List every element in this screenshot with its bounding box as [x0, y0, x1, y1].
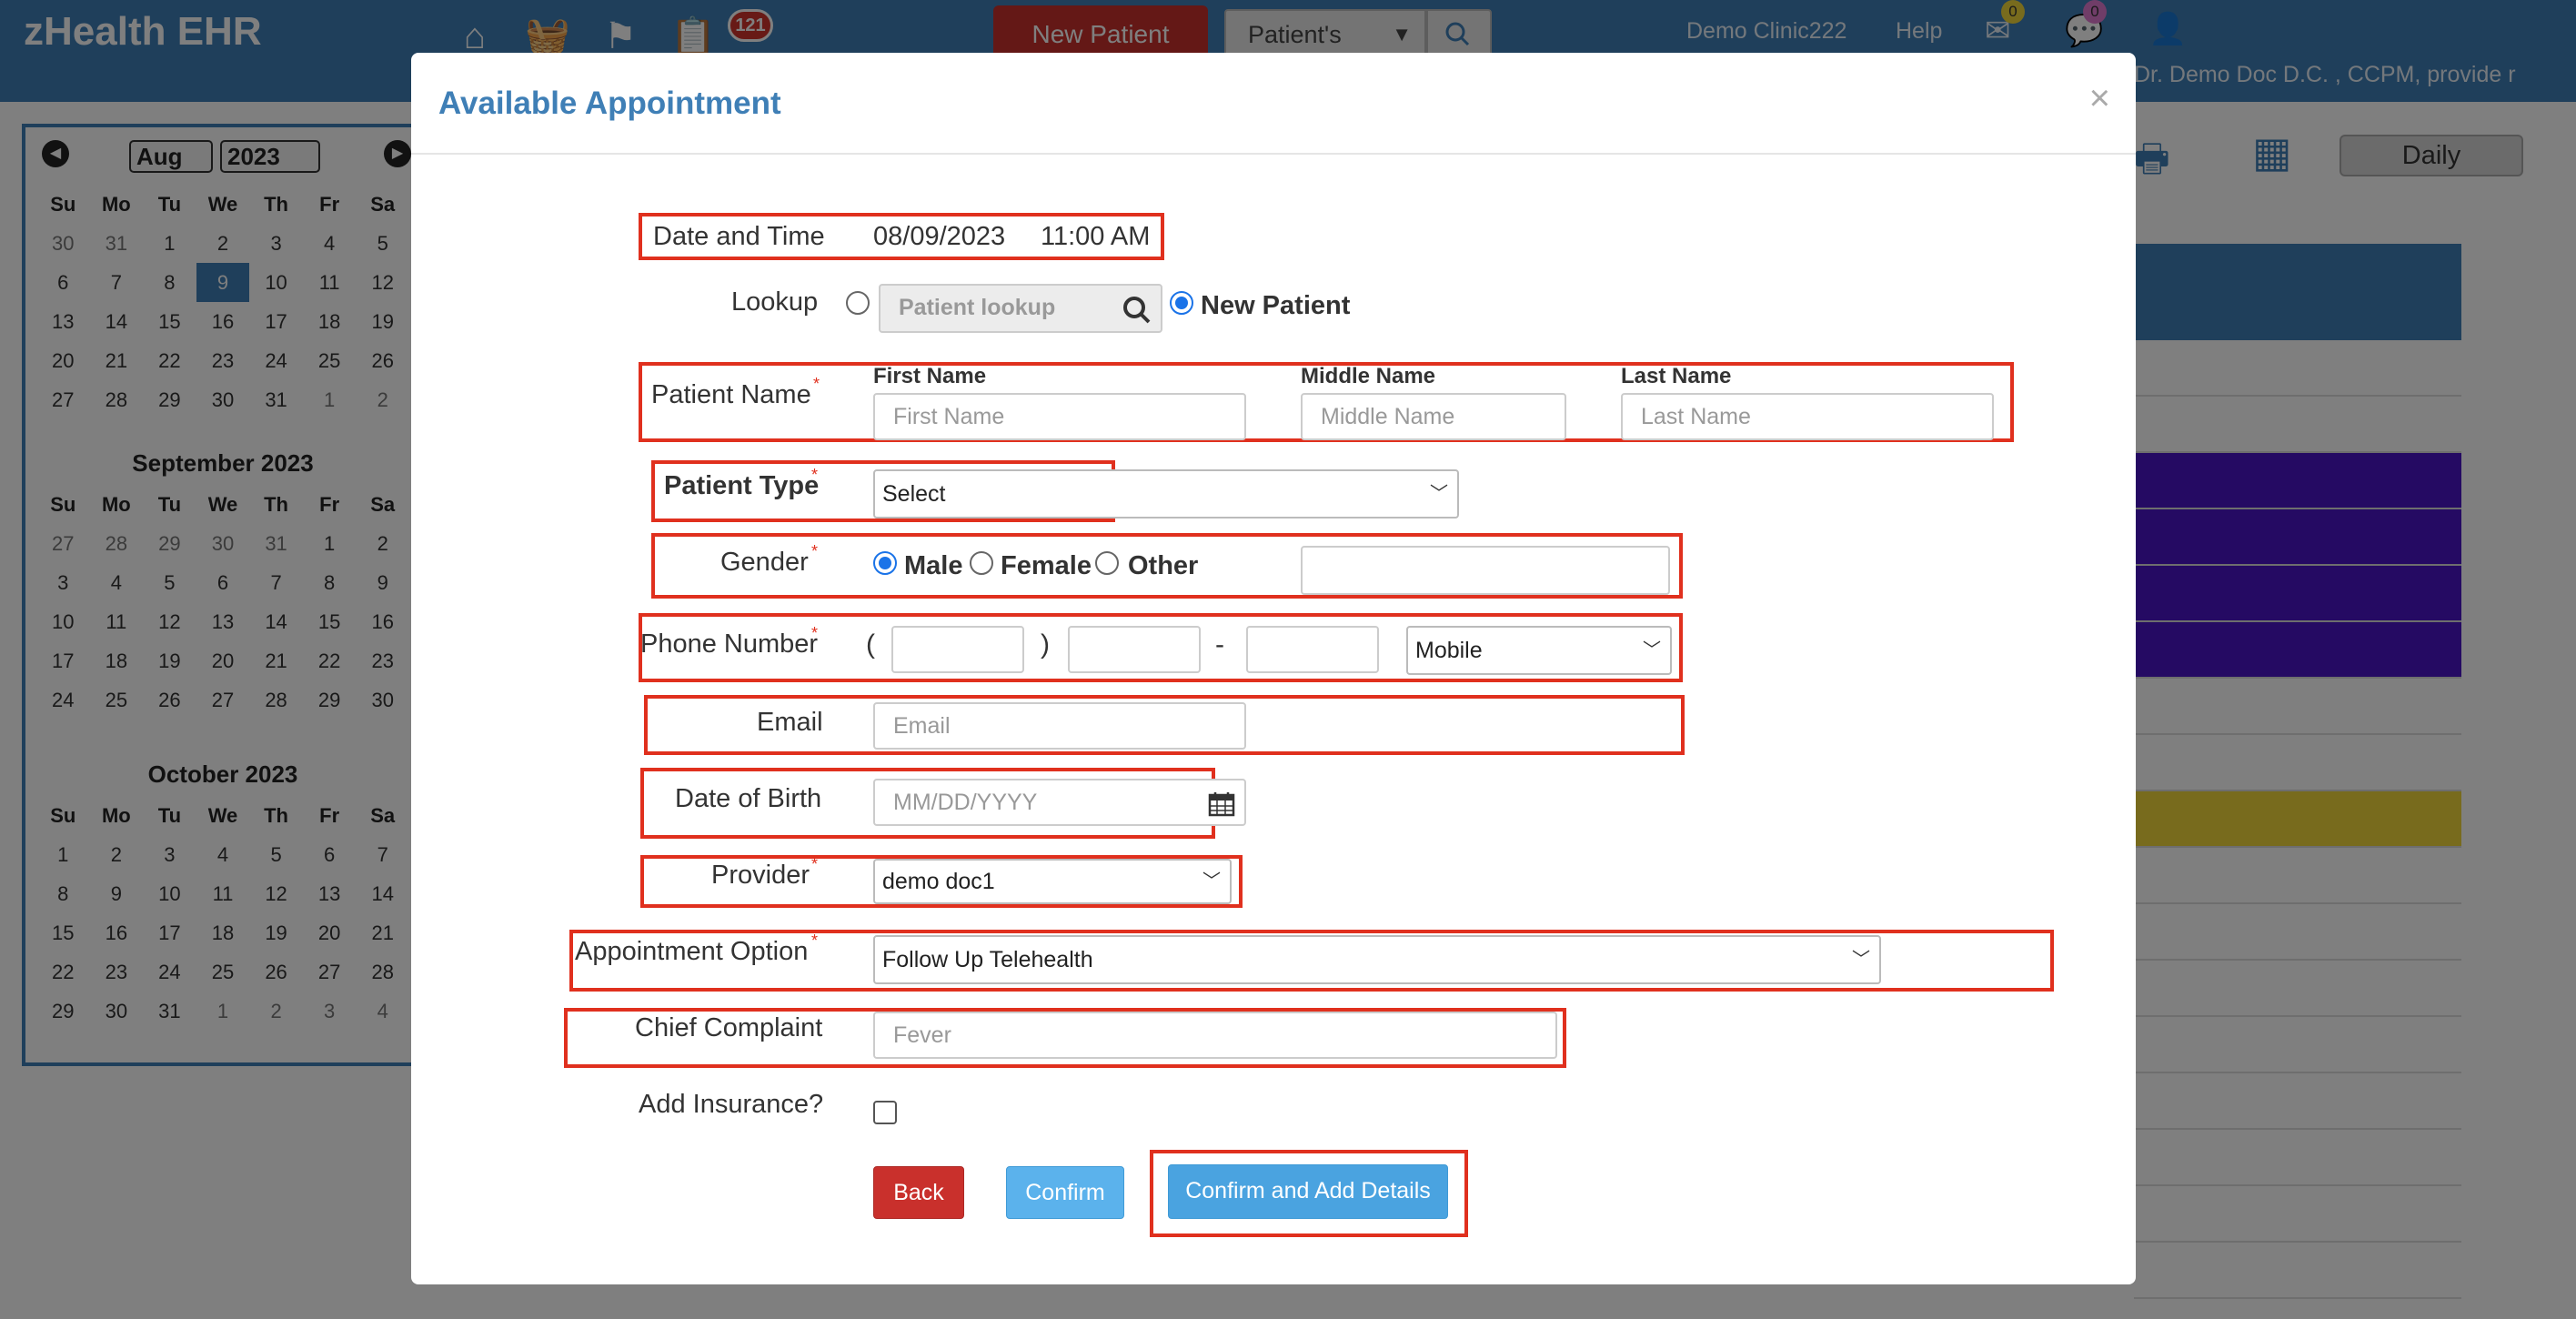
appointment-option-label: Appointment Option [575, 937, 809, 966]
chevron-down-icon: ﹀ [1643, 640, 1661, 660]
patient-lookup-input[interactable]: Patient lookup [879, 284, 1162, 333]
search-icon[interactable] [1121, 295, 1153, 326]
last-name-label: Last Name [1621, 364, 1732, 388]
required-marker: * [811, 466, 819, 484]
dob-input[interactable]: MM/DD/YYYY [873, 779, 1246, 826]
first-name-placeholder: First Name [893, 404, 1005, 429]
phone-area-code-input[interactable] [891, 626, 1024, 673]
date-value: 08/09/2023 [873, 222, 1006, 251]
gender-label: Gender [720, 548, 809, 577]
modal-header: Available Appointment × [411, 53, 2136, 155]
patient-type-select[interactable]: Select ﹀ [873, 469, 1459, 519]
chevron-down-icon: ﹀ [1852, 950, 1870, 970]
gender-other-radio[interactable] [1095, 551, 1119, 575]
provider-select[interactable]: demo doc1 ﹀ [873, 859, 1232, 904]
close-icon[interactable]: × [2089, 80, 2110, 116]
first-name-label: First Name [873, 364, 987, 388]
lookup-label: Lookup [731, 287, 819, 317]
add-insurance-checkbox[interactable] [873, 1101, 897, 1124]
new-patient-option-label: New Patient [1201, 291, 1351, 320]
required-marker: * [813, 375, 820, 393]
phone-line-input[interactable] [1246, 626, 1379, 673]
lookup-radio[interactable] [846, 291, 870, 315]
middle-name-placeholder: Middle Name [1321, 404, 1455, 429]
provider-value: demo doc1 [882, 869, 995, 894]
required-marker: * [811, 542, 819, 560]
dob-label: Date of Birth [675, 784, 822, 813]
available-appointment-modal: Available Appointment × Date and Time 08… [411, 53, 2136, 1284]
add-insurance-label: Add Insurance? [639, 1090, 824, 1119]
email-label: Email [757, 708, 823, 737]
patient-lookup-placeholder: Patient lookup [899, 295, 1056, 320]
chevron-down-icon: ﹀ [1202, 871, 1221, 891]
back-button[interactable]: Back [873, 1166, 964, 1219]
phone-paren-open: ( [866, 629, 875, 660]
patient-name-label: Patient Name [651, 380, 811, 409]
gender-male-label: Male [904, 551, 963, 580]
phone-prefix-input[interactable] [1068, 626, 1201, 673]
gender-female-label: Female [1001, 551, 1092, 580]
patient-type-value: Select [882, 481, 946, 507]
calendar-icon[interactable] [1208, 791, 1235, 817]
phone-number-label: Phone Number [640, 629, 819, 659]
required-marker: * [811, 855, 819, 873]
provider-label: Provider [711, 861, 810, 890]
phone-dash: - [1215, 629, 1224, 660]
appointment-option-select[interactable]: Follow Up Telehealth ﹀ [873, 935, 1881, 984]
confirm-add-details-button[interactable]: Confirm and Add Details [1168, 1164, 1448, 1219]
time-value: 11:00 AM [1041, 222, 1151, 251]
phone-type-select[interactable]: Mobile ﹀ [1406, 626, 1672, 675]
chief-complaint-placeholder: Fever [893, 1022, 951, 1048]
required-marker: * [811, 931, 819, 950]
modal-title: Available Appointment [438, 86, 781, 121]
patient-type-label: Patient Type [664, 471, 820, 500]
chief-complaint-label: Chief Complaint [635, 1013, 823, 1042]
gender-female-radio[interactable] [970, 551, 993, 575]
email-placeholder: Email [893, 713, 951, 739]
phone-type-value: Mobile [1415, 638, 1483, 663]
email-input[interactable]: Email [873, 702, 1246, 750]
gender-other-input[interactable] [1301, 546, 1670, 595]
first-name-input[interactable]: First Name [873, 393, 1246, 440]
middle-name-label: Middle Name [1301, 364, 1436, 388]
chevron-down-icon: ﹀ [1430, 484, 1448, 504]
required-marker: * [811, 624, 819, 642]
dob-placeholder: MM/DD/YYYY [893, 790, 1038, 815]
last-name-input[interactable]: Last Name [1621, 393, 1994, 440]
phone-paren-close: ) [1041, 629, 1050, 660]
gender-male-radio[interactable] [873, 551, 897, 575]
last-name-placeholder: Last Name [1641, 404, 1751, 429]
date-time-label: Date and Time [653, 222, 825, 251]
middle-name-input[interactable]: Middle Name [1301, 393, 1566, 440]
appointment-option-value: Follow Up Telehealth [882, 947, 1093, 972]
gender-other-label: Other [1128, 551, 1199, 580]
confirm-button[interactable]: Confirm [1006, 1166, 1124, 1219]
new-patient-radio[interactable] [1170, 291, 1193, 315]
chief-complaint-input[interactable]: Fever [873, 1012, 1557, 1059]
